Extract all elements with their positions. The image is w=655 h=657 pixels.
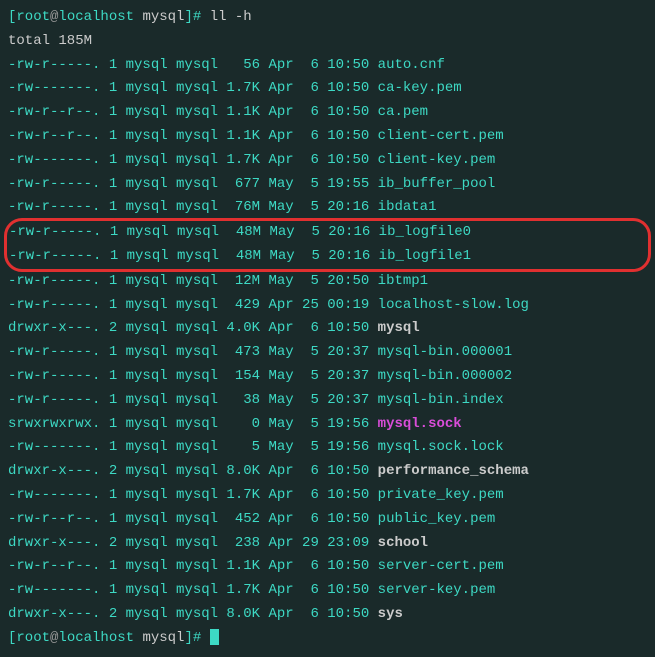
file-row: -rw-r-----. 1 mysql mysql 48M May 5 20:1… [9,221,646,245]
cursor[interactable] [210,629,219,645]
file-meta: -rw-r-----. 1 mysql mysql 48M May 5 20:1… [9,224,379,240]
file-meta: drwxr-x---. 2 mysql mysql 4.0K Apr 6 10:… [8,320,378,336]
file-row: -rw-r--r--. 1 mysql mysql 1.1K Apr 6 10:… [8,125,647,149]
highlight-annotation: -rw-r-----. 1 mysql mysql 48M May 5 20:1… [4,218,651,272]
file-meta: -rw-r-----. 1 mysql mysql 473 May 5 20:3… [8,344,378,360]
file-row: drwxr-x---. 2 mysql mysql 8.0K Apr 6 10:… [8,603,647,627]
file-row: -rw-r-----. 1 mysql mysql 154 May 5 20:3… [8,365,647,389]
file-meta: -rw-------. 1 mysql mysql 1.7K Apr 6 10:… [8,80,378,96]
file-meta: -rw-r--r--. 1 mysql mysql 1.1K Apr 6 10:… [8,128,378,144]
file-meta: -rw-r-----. 1 mysql mysql 677 May 5 19:5… [8,176,378,192]
file-name: school [378,535,428,551]
file-row: -rw-r-----. 1 mysql mysql 76M May 5 20:1… [8,196,647,220]
file-name: mysql-bin.000002 [378,368,512,384]
total-line: total 185M [8,30,647,54]
file-row: srwxrwxrwx. 1 mysql mysql 0 May 5 19:56 … [8,413,647,437]
file-meta: -rw-r-----. 1 mysql mysql 429 Apr 25 00:… [8,297,378,313]
file-name: sys [378,606,403,622]
file-row: drwxr-x---. 2 mysql mysql 8.0K Apr 6 10:… [8,460,647,484]
file-row: -rw-------. 1 mysql mysql 1.7K Apr 6 10:… [8,579,647,603]
file-row: drwxr-x---. 2 mysql mysql 238 Apr 29 23:… [8,532,647,556]
file-name: client-key.pem [378,152,496,168]
file-row: -rw-r-----. 1 mysql mysql 12M May 5 20:5… [8,270,647,294]
file-meta: -rw-r-----. 1 mysql mysql 56 Apr 6 10:50 [8,57,378,73]
prompt-cmd[interactable]: ll -h [210,9,252,25]
file-name: ibtmp1 [378,273,428,289]
file-row: -rw-r--r--. 1 mysql mysql 452 Apr 6 10:5… [8,508,647,532]
file-name: localhost-slow.log [378,297,529,313]
file-name: ibdata1 [378,199,437,215]
file-row: -rw-r-----. 1 mysql mysql 473 May 5 20:3… [8,341,647,365]
file-name: client-cert.pem [378,128,504,144]
file-row: -rw-------. 1 mysql mysql 1.7K Apr 6 10:… [8,149,647,173]
file-row: -rw-r-----. 1 mysql mysql 48M May 5 20:1… [9,245,646,269]
file-row: -rw-r-----. 1 mysql mysql 429 Apr 25 00:… [8,294,647,318]
file-row: -rw-r-----. 1 mysql mysql 38 May 5 20:37… [8,389,647,413]
file-meta: -rw-r--r--. 1 mysql mysql 452 Apr 6 10:5… [8,511,378,527]
file-meta: -rw-r-----. 1 mysql mysql 154 May 5 20:3… [8,368,378,384]
file-meta: -rw-r-----. 1 mysql mysql 12M May 5 20:5… [8,273,378,289]
file-meta: drwxr-x---. 2 mysql mysql 8.0K Apr 6 10:… [8,606,378,622]
file-name: performance_schema [378,463,529,479]
file-name: ca-key.pem [378,80,462,96]
file-row: -rw-------. 1 mysql mysql 1.7K Apr 6 10:… [8,77,647,101]
file-meta: srwxrwxrwx. 1 mysql mysql 0 May 5 19:56 [8,416,378,432]
file-name: private_key.pem [378,487,504,503]
file-listing-continued: -rw-r-----. 1 mysql mysql 12M May 5 20:5… [8,270,647,627]
file-meta: -rw-r-----. 1 mysql mysql 38 May 5 20:37 [8,392,378,408]
prompt-path: mysql [142,9,184,25]
file-meta: -rw-------. 1 mysql mysql 1.7K Apr 6 10:… [8,152,378,168]
file-name: mysql.sock [378,416,462,432]
file-meta: -rw-------. 1 mysql mysql 1.7K Apr 6 10:… [8,487,378,503]
prompt-line-2: [root@localhost mysql]# [8,627,647,651]
file-name: public_key.pem [378,511,496,527]
file-name: auto.cnf [378,57,445,73]
file-meta: drwxr-x---. 2 mysql mysql 8.0K Apr 6 10:… [8,463,378,479]
file-name: ib_buffer_pool [378,176,496,192]
file-name: mysql-bin.000001 [378,344,512,360]
file-meta: -rw-r-----. 1 mysql mysql 76M May 5 20:1… [8,199,378,215]
file-name: ib_logfile1 [379,248,471,264]
prompt-host: localhost [58,9,134,25]
file-meta: -rw-r--r--. 1 mysql mysql 1.1K Apr 6 10:… [8,104,378,120]
file-meta: drwxr-x---. 2 mysql mysql 238 Apr 29 23:… [8,535,378,551]
file-row: drwxr-x---. 2 mysql mysql 4.0K Apr 6 10:… [8,317,647,341]
file-meta: -rw-r--r--. 1 mysql mysql 1.1K Apr 6 10:… [8,558,378,574]
file-row: -rw-------. 1 mysql mysql 5 May 5 19:56 … [8,436,647,460]
file-name: mysql-bin.index [378,392,504,408]
file-name: server-cert.pem [378,558,504,574]
file-name: ca.pem [378,104,428,120]
file-row: -rw-r--r--. 1 mysql mysql 1.1K Apr 6 10:… [8,101,647,125]
file-name: ib_logfile0 [379,224,471,240]
file-row: -rw-r-----. 1 mysql mysql 56 Apr 6 10:50… [8,54,647,78]
file-name: mysql.sock.lock [378,439,504,455]
file-row: -rw-r--r--. 1 mysql mysql 1.1K Apr 6 10:… [8,555,647,579]
prompt-line: [root@localhost mysql]# ll -h [8,6,647,30]
file-name: mysql [378,320,420,336]
file-meta: -rw-------. 1 mysql mysql 1.7K Apr 6 10:… [8,582,378,598]
file-row: -rw-------. 1 mysql mysql 1.7K Apr 6 10:… [8,484,647,508]
highlighted-rows: -rw-r-----. 1 mysql mysql 48M May 5 20:1… [9,221,646,269]
file-listing: -rw-r-----. 1 mysql mysql 56 Apr 6 10:50… [8,54,647,221]
file-name: server-key.pem [378,582,496,598]
file-row: -rw-r-----. 1 mysql mysql 677 May 5 19:5… [8,173,647,197]
file-meta: -rw-------. 1 mysql mysql 5 May 5 19:56 [8,439,378,455]
prompt-user: root [16,9,50,25]
file-meta: -rw-r-----. 1 mysql mysql 48M May 5 20:1… [9,248,379,264]
